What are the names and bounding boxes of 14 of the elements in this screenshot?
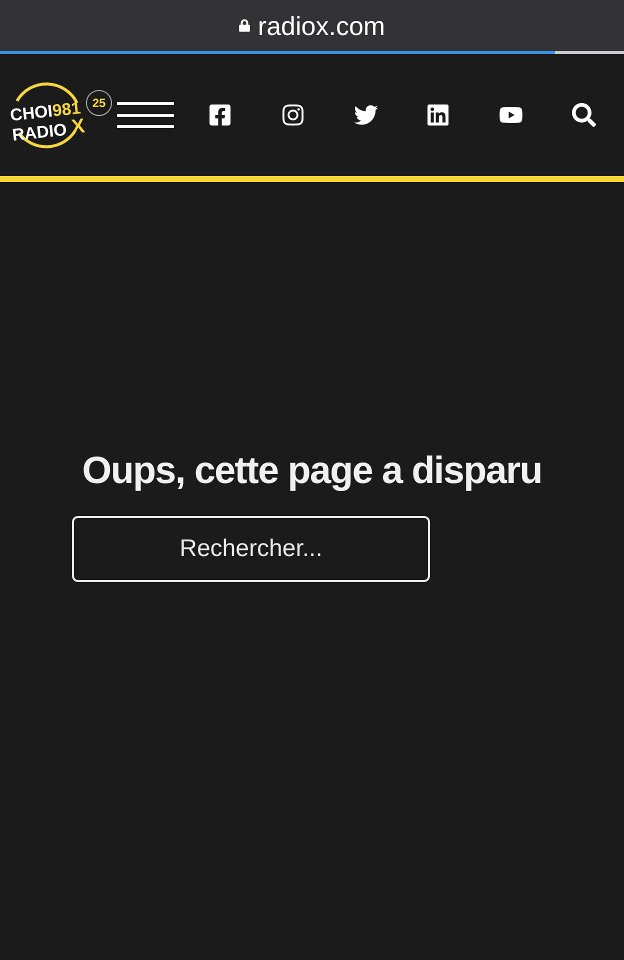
lock-icon [238,19,250,32]
facebook-icon[interactable] [208,103,232,127]
search-field[interactable]: Rechercher... [72,516,430,582]
url-text[interactable]: radiox.com [258,12,386,38]
menu-icon[interactable] [117,102,174,128]
twitter-bird-icon[interactable] [354,103,378,127]
instagram-icon[interactable] [280,103,305,127]
anniversary-badge: 25 [86,90,112,116]
logo-text: RADIO [11,121,68,144]
search-icon[interactable] [572,103,596,127]
logo-text: CHOI [9,102,54,124]
linkedin-icon[interactable] [426,103,450,127]
logo-frequency: 981 [52,100,82,120]
error-heading: Oups, cette page a disparu [82,452,542,490]
